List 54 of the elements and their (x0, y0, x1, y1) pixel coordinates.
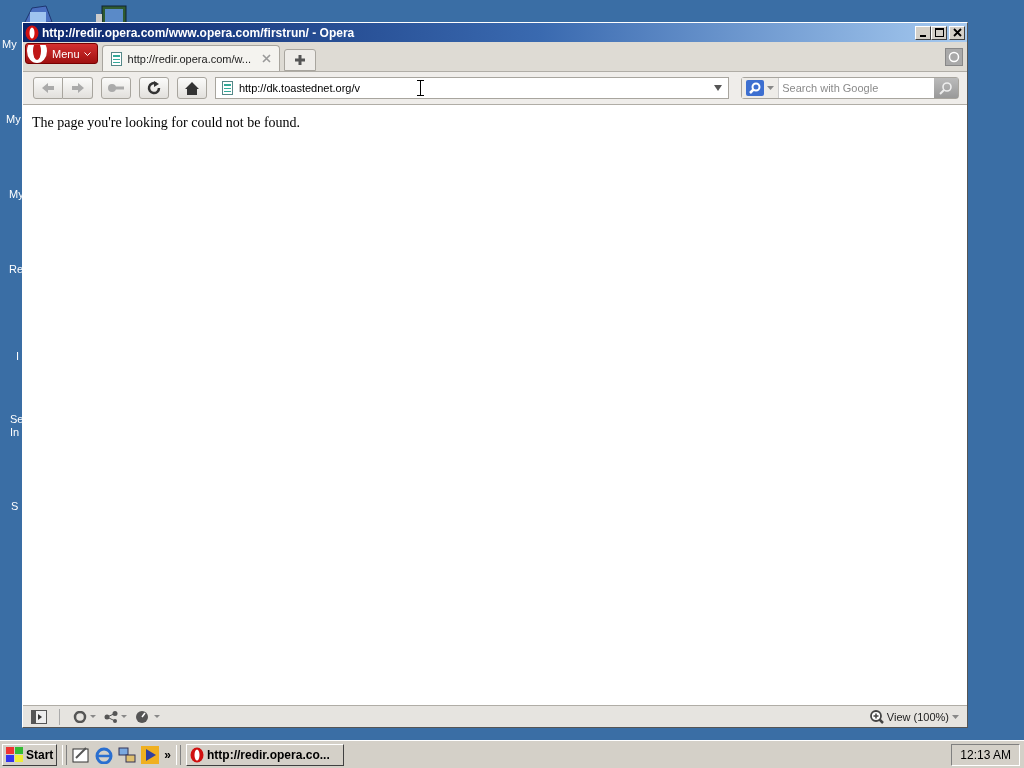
share-icon[interactable] (104, 710, 128, 723)
windows-logo-icon (6, 746, 24, 763)
media-player-icon[interactable] (141, 745, 160, 764)
opera-logo-icon (26, 44, 48, 63)
zoom-button[interactable]: View (100%) (869, 709, 959, 724)
start-button[interactable]: Start (2, 743, 58, 766)
desktop-icon-label[interactable]: I (16, 350, 20, 363)
menu-button[interactable]: Menu (25, 43, 98, 64)
text-cursor-icon (417, 80, 424, 96)
home-icon (184, 81, 199, 95)
maximize-button[interactable] (931, 25, 947, 40)
forward-arrow-icon (70, 82, 85, 94)
speed-dial-icon[interactable] (136, 710, 162, 723)
caret-icon (767, 86, 775, 90)
back-arrow-icon (41, 82, 55, 94)
page-icon (221, 81, 233, 95)
address-bar[interactable]: http://dk.toastednet.org/v (214, 77, 730, 99)
reload-button[interactable] (138, 77, 169, 99)
opera-logo-icon (25, 24, 39, 41)
panel-toggle-icon[interactable] (31, 709, 47, 724)
clock: 12:13 AM (951, 743, 1020, 766)
desktop-icon-label[interactable]: S (11, 500, 19, 513)
caret-icon (952, 714, 959, 719)
desktop-icon-label[interactable]: My (6, 113, 21, 126)
reload-icon (146, 81, 161, 95)
window-title: http://redir.opera.com/www.opera.com/firstrun/ - Opera (42, 25, 355, 40)
browser-tab[interactable]: http://redir.opera.com/w... (101, 45, 280, 71)
key-icon (107, 83, 125, 93)
search-icon (939, 81, 953, 95)
maximize-icon (934, 28, 944, 37)
address-field[interactable]: http://dk.toastednet.org/v (238, 82, 709, 94)
opera-logo-icon (190, 746, 205, 763)
new-tab-button[interactable] (283, 49, 316, 71)
close-button[interactable] (949, 25, 965, 40)
search-bar[interactable]: Search with Google (741, 77, 959, 99)
close-icon (952, 28, 962, 37)
desktop-icon-label[interactable]: Re (9, 263, 24, 276)
close-tab-icon[interactable] (261, 54, 271, 63)
zoom-in-icon (869, 709, 884, 724)
more-chevron[interactable]: » (164, 747, 172, 762)
home-button[interactable] (176, 77, 207, 99)
minimize-icon (920, 34, 926, 37)
taskbar-task-button[interactable]: http://redir.opera.co... (186, 743, 345, 766)
chevron-icon (83, 51, 91, 56)
minimize-button[interactable] (915, 25, 931, 40)
plus-icon (293, 54, 306, 66)
dropdown-caret-icon[interactable] (714, 85, 723, 91)
search-engine-icon[interactable] (746, 80, 765, 96)
show-desktop-icon[interactable] (72, 745, 91, 764)
desktop-icon-label[interactable]: My (2, 38, 17, 51)
browser-e-icon[interactable] (95, 745, 114, 764)
page-icon (110, 51, 122, 66)
network-icon[interactable] (118, 745, 137, 764)
error-message: The page you're looking for could not be found. (32, 115, 302, 131)
